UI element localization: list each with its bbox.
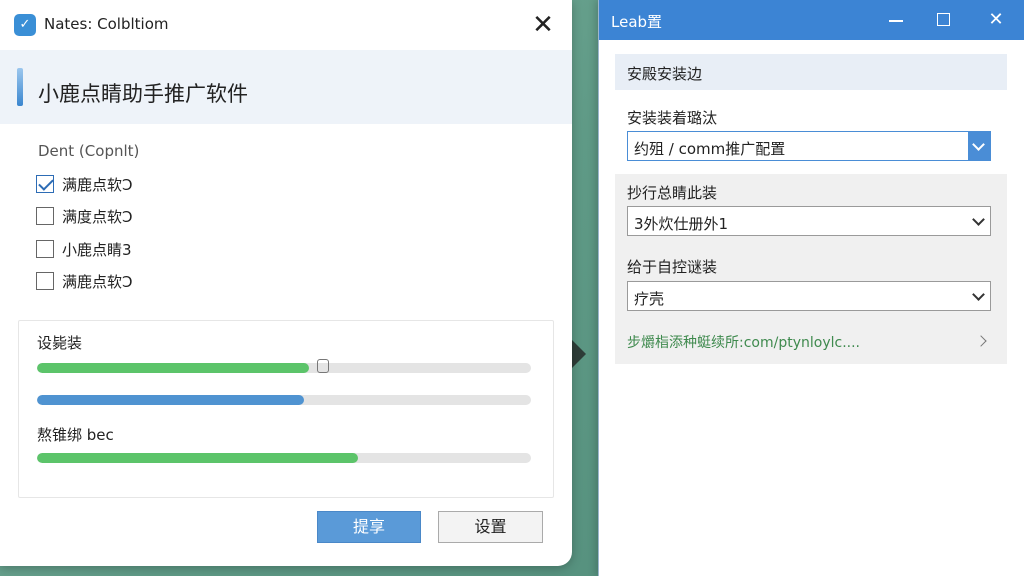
section-title: 安殿安装边 (627, 65, 703, 83)
app-icon: ✓ (14, 14, 36, 36)
mode-select[interactable]: 3外炊仕册外1 (627, 206, 991, 236)
progress-bar-3 (37, 453, 531, 463)
dialog-header: 小鹿点睛助手推广软件 (0, 50, 572, 124)
select-value: 约殂 / comm推广配置 (634, 140, 786, 158)
dialog-titlebar[interactable]: ✓ Nates: Colbltiom ✕ (0, 0, 572, 50)
checkbox-icon[interactable] (36, 272, 54, 290)
progress-fill-1 (37, 363, 309, 373)
close-button[interactable]: ✕ (973, 0, 1019, 40)
chevron-right-icon (975, 335, 987, 347)
select-value: 疗壳 (634, 290, 665, 308)
progress-bar-1 (37, 363, 531, 373)
desktop-arrow-icon (572, 340, 586, 368)
option-checkbox-1[interactable]: 满鹿点软Ɔ (36, 173, 133, 195)
link-text[interactable]: 步爝栺添种蜓续所:com/ptynloylc.... (627, 332, 860, 352)
chevron-down-icon[interactable] (968, 132, 990, 160)
progress-label-1: 设毙装 (37, 334, 83, 352)
chevron-down-icon[interactable] (968, 207, 990, 235)
close-icon[interactable]: ✕ (526, 8, 560, 42)
progress-bar-2 (37, 395, 531, 405)
field-label-3: 给于自控谜装 (627, 258, 718, 276)
settings-titlebar[interactable]: Leab置 ✕ (599, 0, 1024, 40)
maximize-icon (937, 13, 950, 26)
option-label: 小鹿点睛3 (62, 240, 132, 259)
option-checkbox-3[interactable]: 小鹿点睛3 (36, 238, 132, 260)
maximize-button[interactable] (921, 0, 967, 40)
field-label-2: 抄行总睛此装 (627, 184, 718, 202)
config-select[interactable]: 约殂 / comm推广配置 (627, 131, 991, 161)
option-checkbox-2[interactable]: 满度点软Ɔ (36, 205, 133, 227)
option-checkbox-4[interactable]: 满鹿点软Ɔ (36, 270, 133, 292)
checkbox-icon[interactable] (36, 240, 54, 258)
option-label: 满鹿点软Ɔ (62, 272, 133, 291)
checkbox-icon[interactable] (36, 175, 54, 193)
option-label: 满鹿点软Ɔ (62, 175, 133, 194)
submit-button[interactable]: 提享 (317, 511, 421, 543)
settings-button[interactable]: 设置 (438, 511, 543, 543)
section-header: 安殿安装边 (615, 54, 1007, 90)
field-label-1: 安装装着璐汰 (627, 109, 718, 127)
option-label: 满度点软Ɔ (62, 207, 133, 226)
checkbox-icon[interactable] (36, 207, 54, 225)
settings-window: Leab置 ✕ 安殿安装边 安装装着璐汰 约殂 / comm推广配置 抄行总睛此… (598, 0, 1024, 576)
minimize-button[interactable] (873, 0, 919, 40)
progress-fill-2 (37, 395, 304, 405)
page-title: 小鹿点睛助手推广软件 (38, 82, 248, 106)
progress-panel: 设毙装 熬锥绑 bec (18, 320, 554, 498)
header-accent-bar (17, 68, 23, 106)
select-value: 3外炊仕册外1 (634, 215, 729, 233)
dialog-title: Nates: Colbltiom (44, 15, 169, 33)
auto-select[interactable]: 疗壳 (627, 281, 991, 311)
installer-dialog: ✓ Nates: Colbltiom ✕ 小鹿点睛助手推广软件 Dent (Co… (0, 0, 572, 566)
close-icon: ✕ (988, 9, 1004, 30)
settings-window-title: Leab置 (611, 13, 663, 31)
chevron-down-icon[interactable] (968, 282, 990, 310)
pause-icon[interactable] (317, 359, 329, 373)
progress-label-3: 熬锥绑 bec (37, 426, 114, 444)
minimize-icon (889, 20, 903, 22)
options-group-label: Dent (Copnlt) (38, 142, 140, 160)
promo-link[interactable]: 步爝栺添种蜓续所:com/ptynloylc.... (627, 332, 995, 352)
progress-fill-3 (37, 453, 359, 463)
